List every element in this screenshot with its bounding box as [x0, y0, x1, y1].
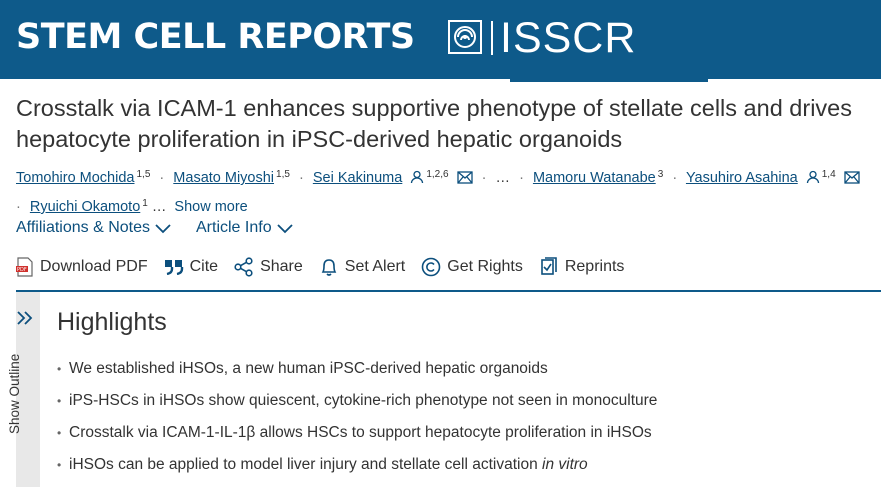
highlight-text: iHSOs can be applied to model liver inju…	[69, 454, 588, 476]
share-label: Share	[260, 258, 303, 275]
cite-button[interactable]: Cite	[164, 258, 218, 276]
quote-icon	[164, 260, 183, 275]
article-info-label: Article Info	[196, 219, 272, 236]
highlight-emphasis: in vitro	[542, 456, 588, 473]
list-item: • We established iHSOs, a new human iPSC-…	[57, 358, 657, 390]
set-alert-label: Set Alert	[344, 258, 406, 275]
share-icon	[234, 257, 253, 277]
show-more-authors-button[interactable]: Show more	[174, 199, 247, 215]
article-meta-links: Affiliations & Notes Article Info	[16, 219, 294, 237]
author-separator: ·	[481, 170, 487, 186]
show-outline-label[interactable]: Show Outline	[7, 354, 22, 434]
affiliations-notes-label: Affiliations & Notes	[16, 219, 150, 236]
highlight-text-main: iHSOs can be applied to model liver inju…	[69, 456, 538, 473]
chevron-down-icon	[155, 224, 171, 234]
author-ellipsis: …	[495, 170, 511, 186]
list-item: • iPS-HSCs in iHSOs show quiescent, cytok…	[57, 390, 657, 422]
share-button[interactable]: Share	[234, 257, 303, 277]
author-separator: ·	[298, 170, 304, 186]
chevron-down-icon	[276, 224, 293, 234]
download-pdf-button[interactable]: PDF Download PDF	[16, 257, 148, 277]
cite-label: Cite	[189, 258, 219, 275]
author-list: Tomohiro Mochida 1,5 · Masato Miyoshi 1,5 …	[16, 162, 876, 220]
author-affiliation-sup: 1,5	[276, 169, 290, 180]
highlight-text: Crosstalk via ICAM-1-IL-1β allows HSCs t…	[69, 424, 652, 441]
isscr-seal-icon	[448, 20, 482, 54]
email-icon[interactable]	[844, 171, 860, 184]
article-info-toggle[interactable]: Article Info	[196, 219, 294, 237]
bullet: •	[57, 426, 62, 440]
svg-text:PDF: PDF	[17, 267, 27, 273]
bullet: •	[57, 362, 62, 376]
author-link[interactable]: Mamoru Watanabe	[533, 170, 656, 186]
person-icon[interactable]	[410, 170, 424, 184]
get-rights-label: Get Rights	[447, 258, 523, 275]
author-link[interactable]: Masato Miyoshi	[173, 170, 274, 186]
bullet: •	[57, 458, 62, 472]
author-affiliation-sup: 1	[142, 198, 148, 209]
highlight-text: iPS-HSCs in iHSOs show quiescent, cytoki…	[69, 392, 658, 409]
toolbar-divider	[16, 290, 881, 292]
reprints-icon	[541, 257, 557, 275]
header-accent-line	[510, 79, 708, 82]
get-rights-button[interactable]: Get Rights	[421, 257, 523, 277]
author-affiliation-sup: 1,4	[821, 169, 836, 180]
highlight-text: We established iHSOs, a new human iPSC-d…	[69, 360, 548, 377]
download-pdf-label: Download PDF	[40, 258, 148, 275]
copyright-icon	[421, 257, 441, 277]
email-icon[interactable]	[456, 171, 473, 184]
double-chevron-right-icon[interactable]	[16, 309, 34, 327]
author-link[interactable]: Tomohiro Mochida	[16, 170, 134, 186]
reprints-button[interactable]: Reprints	[539, 257, 625, 277]
author-separator: ·	[672, 170, 678, 186]
affiliations-notes-toggle[interactable]: Affiliations & Notes	[16, 219, 172, 237]
list-item: • Crosstalk via ICAM-1-IL-1β allows HSCs …	[57, 422, 657, 454]
person-icon[interactable]	[806, 170, 820, 184]
list-item: • iHSOs can be applied to model liver inj…	[57, 454, 657, 486]
author-separator: ·	[519, 170, 524, 186]
author-ellipsis: …	[151, 199, 167, 215]
author-link[interactable]: Sei Kakinuma	[313, 170, 402, 186]
logo-divider	[491, 21, 493, 55]
author-separator: ·	[159, 170, 165, 186]
author-affiliation-sup: 1,2,6	[426, 169, 449, 180]
journal-logo[interactable]: STEM CELL REPORTS	[16, 16, 415, 58]
highlights-list: • We established iHSOs, a new human iPSC-…	[57, 358, 657, 486]
author-link[interactable]: Yasuhiro Asahina	[686, 170, 798, 186]
pdf-file-icon: PDF	[16, 257, 33, 277]
article-title: Crosstalk via ICAM-1 enhances supportive…	[16, 95, 852, 152]
bullet: •	[57, 394, 62, 408]
isscr-logo[interactable]: ISSCR	[500, 14, 636, 62]
author-separator: ·	[16, 199, 21, 215]
journal-header: STEM CELL REPORTS ISSCR	[0, 0, 881, 79]
author-affiliation-sup: 3	[657, 169, 664, 180]
author-affiliation-sup: 1,5	[136, 169, 151, 180]
set-alert-button[interactable]: Set Alert	[319, 257, 405, 277]
reprints-label: Reprints	[564, 258, 625, 275]
author-link[interactable]: Ryuichi Okamoto	[30, 199, 140, 215]
article-toolbar: PDF Download PDF Cite Share Set Alert Ge…	[16, 257, 640, 277]
highlights-heading: Highlights	[57, 308, 167, 336]
bell-icon	[321, 259, 337, 276]
